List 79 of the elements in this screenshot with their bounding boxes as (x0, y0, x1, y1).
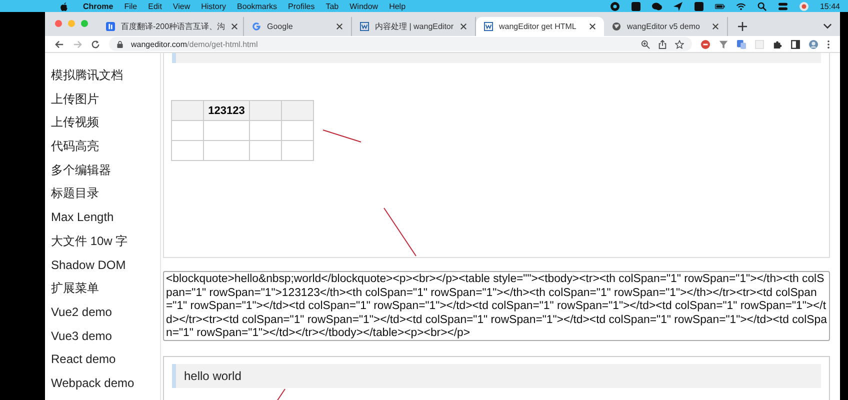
w-logo-icon (484, 22, 493, 31)
sidebar-link[interactable]: 上传视频 (51, 111, 160, 136)
close-icon[interactable] (460, 23, 467, 30)
sidebar-link[interactable]: Max Length (51, 206, 160, 230)
sidebar-link[interactable]: 标题目录 (51, 182, 160, 206)
address-field[interactable]: wangeditor.com/demo/get-html.html (109, 37, 692, 51)
sidebar-link[interactable]: Webpack demo (51, 372, 160, 396)
sidebar-link[interactable]: 代码高亮 (51, 135, 160, 159)
close-icon[interactable] (231, 23, 238, 30)
sidebar-link[interactable]: Vue3 demo (51, 324, 160, 348)
table-cell (204, 140, 250, 160)
control-center-icon[interactable] (778, 2, 788, 10)
menu-item[interactable]: File (124, 2, 138, 10)
html-output-field[interactable]: <blockquote>hello&nbsp;world</blockquote><p><br></p><table style=""><tbody><tr><th colSpan="1" rowSpan="1"></th><th colSpan="1" rowSpan="1">123123</th><th colSpan="1" rowSpan="1"></th><th colSpan="1" rowSpan="1"></th></tr><tr><td colSpan="1" rowSpan="1"></td><td colSpan="1" rowSpan="1"></td><td colSpan="1" rowSpan="1"></td><td colSpan="1" rowSpan="1"></td></tr><tr><td colSpan="1" rowSpan="1"></td><td colSpan="1" rowSpan="1"></td><td colSpan="1" rowSpan="1"></td><td colSpan="1" rowSpan="1"></td></tr></tbody></table><p><br></p> (163, 271, 830, 341)
menu-item[interactable]: Bookmarks (237, 2, 278, 10)
sidebar-link[interactable]: 模拟腾讯文档 (51, 64, 160, 88)
table-header-cell (282, 100, 314, 120)
translate-icon[interactable] (737, 40, 746, 48)
table-cell (204, 120, 250, 140)
sidebar-link[interactable]: 扩展菜单 (51, 277, 160, 301)
chat-icon[interactable] (652, 2, 662, 10)
menu-item[interactable]: History (201, 2, 226, 10)
table-header-cell: 123123 (204, 100, 250, 120)
globe-icon (612, 22, 621, 31)
share-icon[interactable] (658, 40, 667, 48)
clock: 15:44 (820, 2, 840, 10)
menu-item[interactable]: View (172, 2, 190, 10)
stop-sign-icon[interactable] (701, 40, 710, 48)
sidebar-link[interactable]: Shadow DOM (51, 254, 160, 278)
annotation-line (276, 388, 286, 400)
table-cell (250, 140, 282, 160)
app-icon[interactable] (694, 2, 704, 10)
back-icon[interactable] (55, 40, 64, 48)
menu-item[interactable]: Tab (326, 2, 339, 10)
w-logo-icon (360, 22, 369, 31)
sidebar-link[interactable]: Vue2 demo (51, 300, 160, 325)
table-cell (250, 120, 282, 140)
reload-icon[interactable] (91, 40, 100, 48)
table-cell (282, 140, 314, 160)
sidebar-link[interactable]: 多个编辑器 (51, 158, 160, 182)
lock-icon (117, 40, 123, 48)
puzzle-icon[interactable] (773, 40, 782, 48)
status-circle-icon[interactable] (798, 2, 809, 10)
sidebar-link[interactable]: 上传图片 (51, 88, 160, 112)
annotation-line (322, 129, 362, 143)
menu-item[interactable]: Window (350, 2, 378, 10)
funnel-icon[interactable] (719, 40, 728, 48)
menu-item[interactable]: Chrome (83, 2, 114, 10)
apple-icon[interactable] (60, 2, 68, 10)
menu-item[interactable]: Profiles (288, 2, 315, 10)
table-header-cell (250, 100, 282, 120)
blockquote: hello world (172, 364, 821, 388)
wifi-icon[interactable] (736, 2, 746, 10)
table-cell (172, 120, 204, 140)
search-icon[interactable] (756, 2, 767, 10)
app-icon[interactable] (630, 2, 641, 10)
sidebar-link[interactable]: React demo (51, 348, 160, 372)
table-header-cell (172, 100, 204, 120)
close-icon[interactable] (712, 23, 719, 30)
side-panel-icon[interactable] (791, 40, 800, 48)
record-icon[interactable] (610, 2, 620, 10)
browser-tab[interactable]: wangEditor get HTML (476, 17, 604, 36)
avatar-icon[interactable] (809, 40, 818, 48)
more-icon[interactable] (827, 40, 830, 48)
menu-item[interactable]: Help (389, 2, 406, 10)
new-tab-icon[interactable] (738, 22, 747, 31)
star-icon[interactable] (675, 40, 684, 48)
table-cell (172, 140, 204, 160)
zoom-icon[interactable] (641, 40, 650, 48)
menu-item[interactable]: Edit (148, 2, 162, 10)
annotation-line (383, 207, 417, 257)
translate-icon (106, 22, 115, 31)
table-cell (282, 120, 314, 140)
battery-icon[interactable] (714, 2, 725, 10)
chevron-down-icon[interactable] (823, 23, 832, 29)
sidebar-link[interactable]: 大文件 10w 字 (51, 230, 160, 254)
close-icon[interactable] (336, 23, 343, 30)
g-letter-icon (252, 22, 261, 31)
close-icon[interactable] (589, 23, 596, 30)
